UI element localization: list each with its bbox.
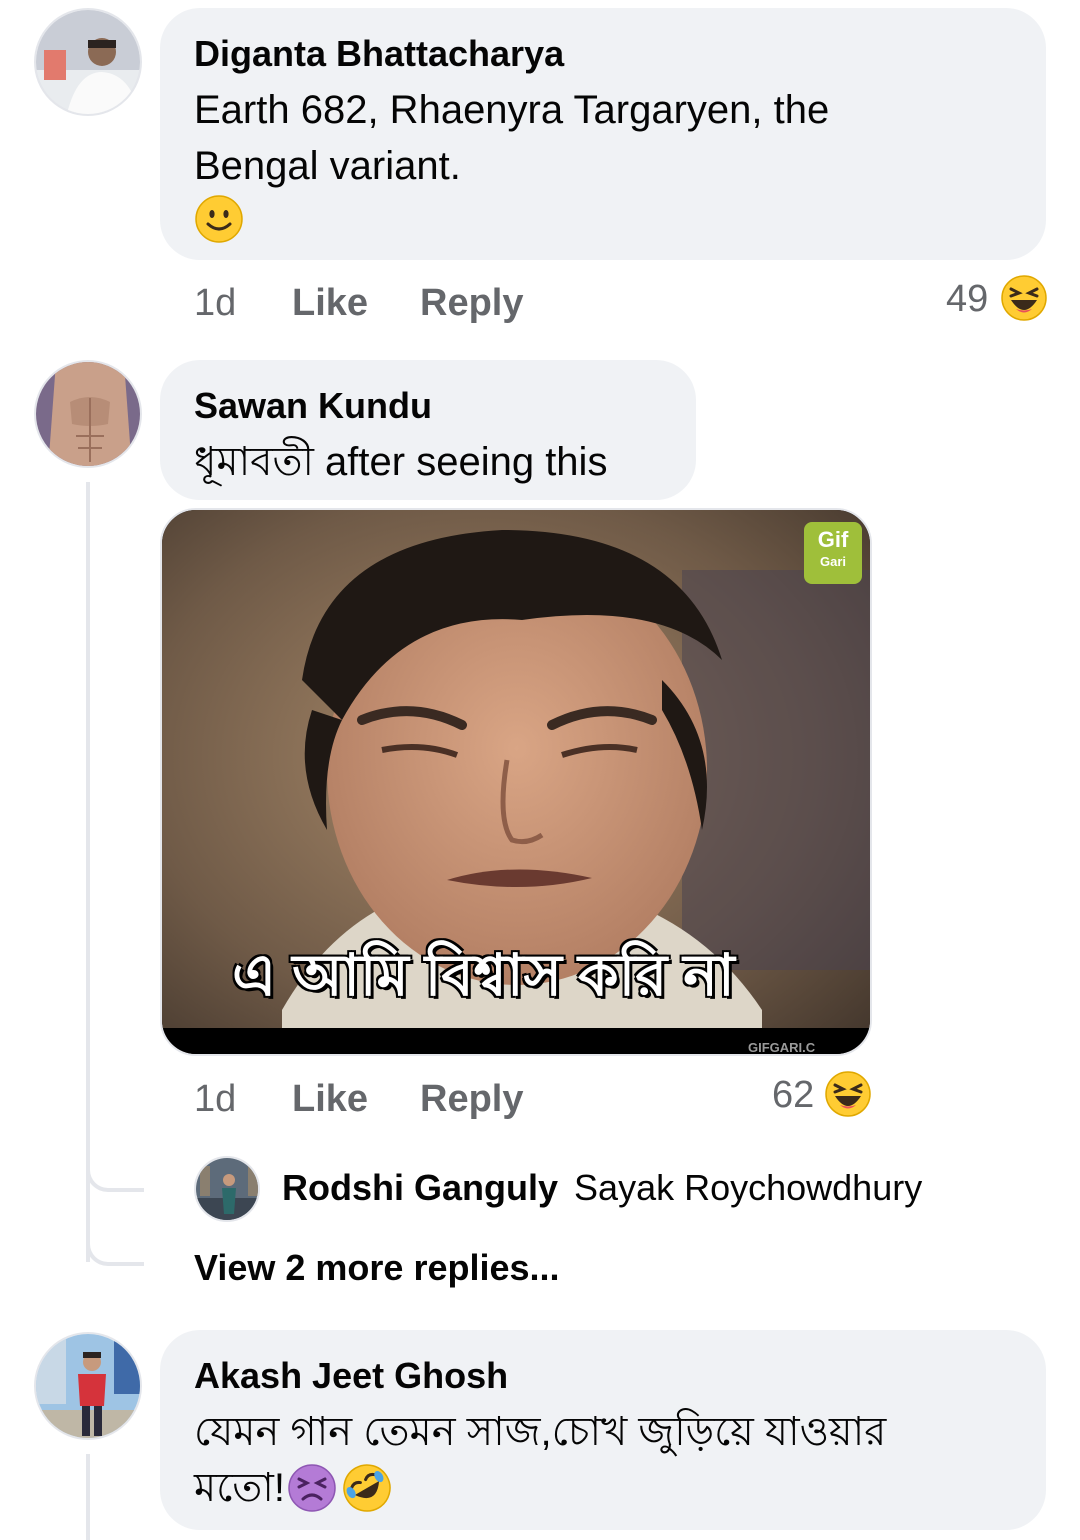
comment-text: ধূমাবতী after seeing this xyxy=(194,440,608,484)
gif-caption: এ আমি বিশ্বাস করি না xyxy=(232,943,735,1008)
view-more-replies-link[interactable]: View 2 more replies... xyxy=(194,1246,560,1290)
comment-author[interactable]: Diganta Bhattacharya xyxy=(194,32,1012,76)
comment-bubble: Akash Jeet Ghosh যেমন গান তেমন সাজ,চোখ জ… xyxy=(160,1330,1046,1530)
avatar[interactable] xyxy=(34,360,142,468)
like-button[interactable]: Like xyxy=(292,1078,368,1121)
reaction-count[interactable]: 62 xyxy=(772,1074,814,1117)
rolling-laughing-face-icon xyxy=(343,1464,391,1512)
reply-author[interactable]: Rodshi Ganguly xyxy=(282,1167,558,1208)
like-button[interactable]: Like xyxy=(292,282,368,325)
comment-bubble: Sawan Kundu ধূমাবতী after seeing this xyxy=(160,360,696,500)
reply-avatar[interactable] xyxy=(194,1156,260,1222)
avatar[interactable] xyxy=(34,8,142,116)
thread-line xyxy=(86,482,90,1262)
reaction-count[interactable]: 49 xyxy=(946,278,988,321)
comment-time[interactable]: 1d xyxy=(194,1078,236,1121)
thread-branch xyxy=(86,1224,144,1266)
thread-branch xyxy=(86,1150,144,1192)
gif-badge: Gif Gari xyxy=(804,522,862,584)
haha-reaction-icon[interactable] xyxy=(824,1070,872,1118)
reply-preview[interactable]: Rodshi Ganguly Sayak Roychowdhury xyxy=(282,1166,922,1210)
comment-time[interactable]: 1d xyxy=(194,282,236,325)
tired-face-icon xyxy=(288,1464,336,1512)
avatar[interactable] xyxy=(34,1332,142,1440)
gif-watermark: GIFGARI.C xyxy=(748,1040,816,1055)
thread-line xyxy=(86,1454,90,1540)
comment-bubble: Diganta Bhattacharya Earth 682, Rhaenyra… xyxy=(160,8,1046,260)
comment-text: Earth 682, Rhaenyra Targaryen, the Benga… xyxy=(194,88,830,188)
reply-button[interactable]: Reply xyxy=(420,1078,523,1121)
reply-button[interactable]: Reply xyxy=(420,282,523,325)
comment-author[interactable]: Sawan Kundu xyxy=(194,384,662,428)
slightly-smiling-face-icon xyxy=(195,195,243,243)
comment-author[interactable]: Akash Jeet Ghosh xyxy=(194,1354,1012,1398)
gif-attachment[interactable]: Gif Gari এ আমি বিশ্বাস করি না GIFGARI.C xyxy=(160,508,872,1056)
comment-text: যেমন গান তেমন সাজ,চোখ জুড়িয়ে যাওয়ার ম… xyxy=(194,1404,1012,1516)
reply-mention[interactable]: Sayak Roychowdhury xyxy=(574,1167,922,1208)
haha-reaction-icon[interactable] xyxy=(1000,274,1048,322)
